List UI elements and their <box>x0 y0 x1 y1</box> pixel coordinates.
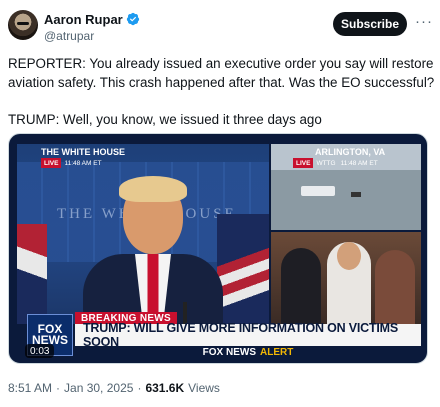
left-live-bar: LIVE 11:48 AM ET <box>41 158 102 168</box>
alert-bar: FOX NEWS ALERT <box>75 346 421 358</box>
right-time: 11:48 AM ET <box>340 159 378 167</box>
small-boat <box>351 192 361 197</box>
separator: · <box>56 381 61 395</box>
right-location-label: ARLINGTON, VA <box>315 147 386 157</box>
left-location-label: THE WHITE HOUSE <box>41 147 126 157</box>
flag-left <box>17 224 47 324</box>
alert-brand: FOX NEWS <box>202 346 256 358</box>
tweet-paragraph: REPORTER: You already issued an executiv… <box>8 56 435 90</box>
left-time: 11:48 AM ET <box>64 159 102 167</box>
views-label: Views <box>188 381 220 395</box>
video-crowd-panel <box>271 232 421 324</box>
video-left-panel: THE WHITE HOUSE THE WHITE HOUSE LIVE 11:… <box>17 144 269 324</box>
post-date[interactable]: Jan 30, 2025 <box>64 381 133 395</box>
tweet-header: Aaron Rupar @atrupar Subscribe ··· <box>0 0 440 48</box>
post-time[interactable]: 8:51 AM <box>8 381 52 395</box>
views-count: 631.6K <box>145 381 185 395</box>
author-name-row: Aaron Rupar <box>44 11 140 27</box>
speaker-figure <box>83 176 223 324</box>
flag-right <box>217 214 269 324</box>
speaker-hair <box>119 176 187 202</box>
subscribe-button[interactable]: Subscribe <box>333 12 407 36</box>
live-badge: LIVE <box>41 158 62 168</box>
right-station: WTTG <box>316 159 336 167</box>
boat <box>301 186 335 196</box>
live-badge: LIVE <box>293 158 314 168</box>
crowd-person <box>281 248 321 324</box>
tweet-paragraph: TRUMP: Well, you know, we issued it thre… <box>8 112 322 127</box>
headline-chyron: TRUMP: WILL GIVE MORE INFORMATION ON VIC… <box>75 321 421 349</box>
video-player[interactable]: THE WHITE HOUSE THE WHITE HOUSE LIVE 11:… <box>8 133 428 364</box>
video-right-panel: ARLINGTON, VA LIVE WTTG 11:48 AM ET <box>271 144 421 230</box>
alert-word: ALERT <box>260 346 294 358</box>
right-live-bar: LIVE WTTG 11:48 AM ET <box>293 158 378 168</box>
separator: · <box>137 381 142 395</box>
tweet-footer: 8:51 AM · Jan 30, 2025 · 631.6K Views <box>8 381 220 395</box>
more-options-icon[interactable]: ··· <box>415 13 433 30</box>
crowd-person <box>375 250 415 324</box>
crowd-person <box>327 242 371 324</box>
author-handle[interactable]: @atrupar <box>44 29 94 43</box>
video-duration: 0:03 <box>25 344 55 358</box>
tweet-text: REPORTER: You already issued an executiv… <box>8 54 436 129</box>
author-name[interactable]: Aaron Rupar <box>44 12 123 27</box>
verified-badge-icon <box>126 12 139 26</box>
avatar[interactable] <box>8 10 38 40</box>
